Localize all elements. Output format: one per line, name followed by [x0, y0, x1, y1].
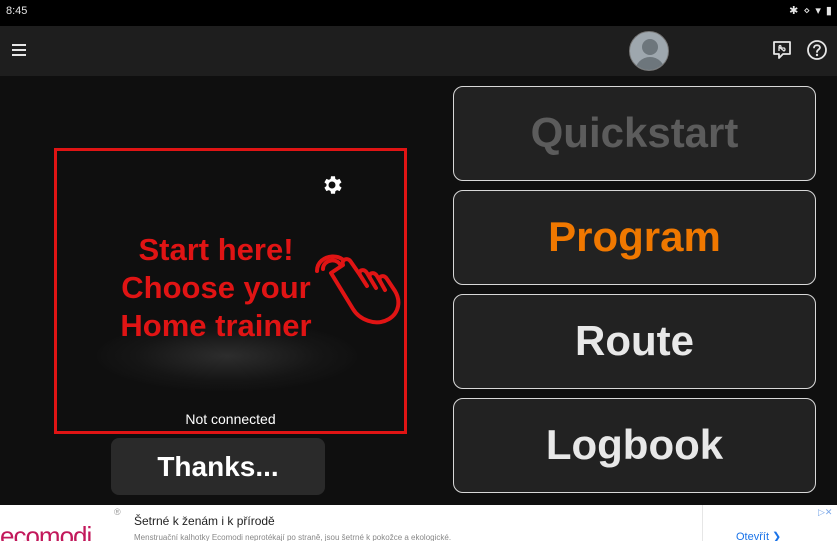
help-circle-icon[interactable]: [806, 39, 828, 61]
logbook-button[interactable]: Logbook: [453, 398, 816, 493]
route-button[interactable]: Route: [453, 294, 816, 389]
trainer-select-panel[interactable]: Start here! Choose your Home trainer Not…: [54, 148, 407, 434]
ad-choices-icon[interactable]: ▷✕: [818, 507, 832, 518]
ad-title: Šetrné k ženám i k přírodě: [134, 514, 275, 528]
start-here-callout: Start here! Choose your Home trainer: [101, 231, 331, 345]
status-time: 8:45: [6, 5, 28, 17]
menu-icon[interactable]: [12, 44, 26, 56]
connection-status: Not connected: [185, 411, 276, 427]
avatar[interactable]: [629, 31, 669, 71]
ad-open-link[interactable]: Otevřít ❯: [736, 530, 781, 541]
ad-divider: [702, 505, 703, 541]
ad-banner[interactable]: ecomodi ® Šetrné k ženám i k přírodě Men…: [0, 505, 837, 541]
program-button[interactable]: Program: [453, 190, 816, 285]
status-icons: ✱ ⋄ ▾ ▮: [789, 5, 833, 17]
chat-bubble-icon[interactable]: [771, 39, 793, 61]
gear-icon[interactable]: [320, 173, 344, 197]
thanks-button[interactable]: Thanks...: [111, 438, 325, 495]
callout-line-3: Home trainer: [120, 308, 312, 343]
status-bar: 8:45 ✱ ⋄ ▾ ▮: [0, 0, 837, 26]
callout-line-2: Choose your: [121, 270, 311, 305]
callout-line-1: Start here!: [138, 232, 294, 267]
ad-logo: ecomodi: [0, 521, 92, 541]
pointing-hand-icon: [315, 254, 401, 325]
app-bar: [0, 26, 837, 76]
quickstart-button[interactable]: Quickstart: [453, 86, 816, 181]
ad-description: Menstruační kalhotky Ecomodi neprotékají…: [134, 533, 452, 541]
ad-registered-mark: ®: [114, 507, 121, 517]
